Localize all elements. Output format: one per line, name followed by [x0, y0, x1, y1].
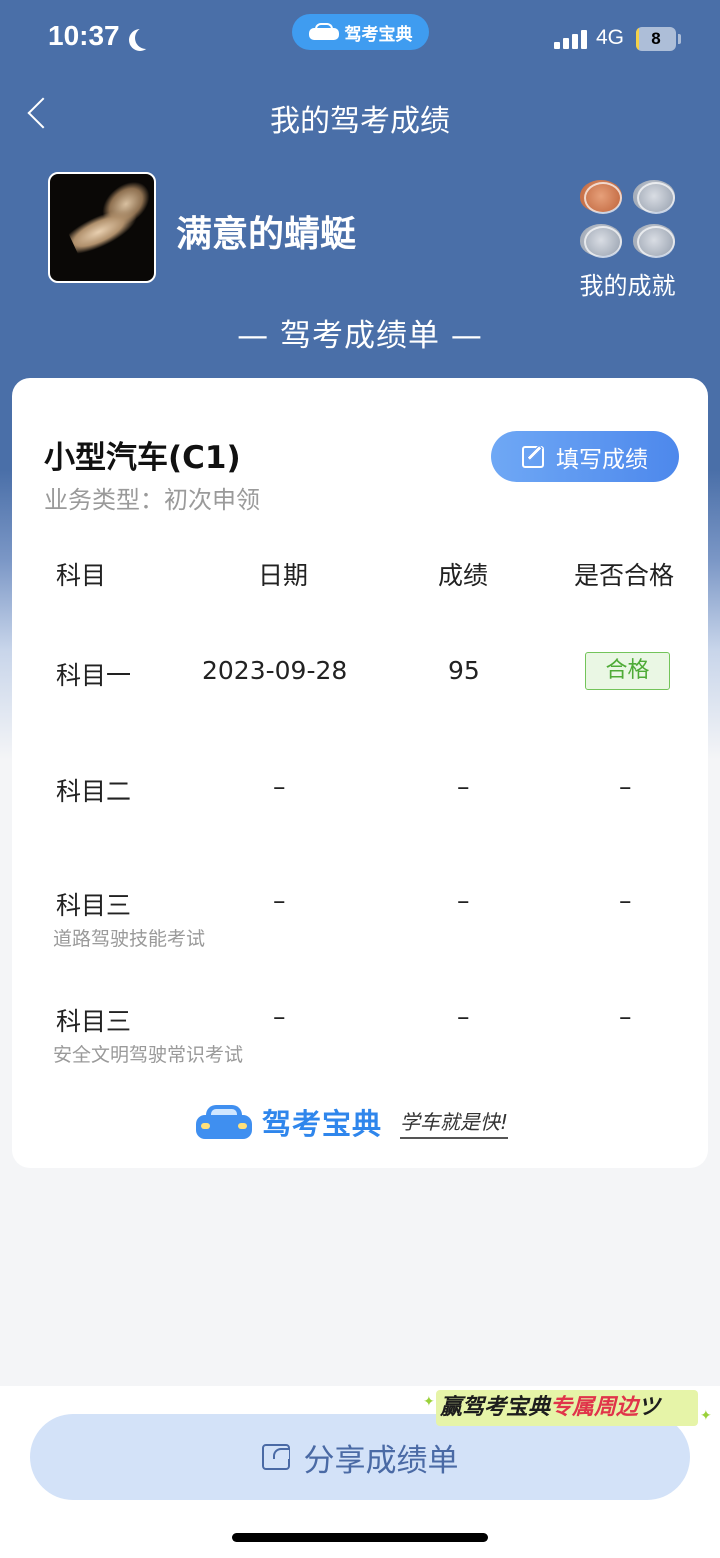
status-time: 10:37: [48, 20, 120, 51]
row-subject: 科目一: [56, 661, 132, 690]
pass-badge: 合格: [585, 652, 670, 690]
battery-cap: [678, 34, 681, 44]
row-score: –: [457, 1002, 470, 1031]
column-header-date: 日期: [258, 561, 309, 590]
battery-icon: 8: [636, 27, 676, 51]
network-type: 4G: [596, 26, 625, 49]
row-date: –: [273, 1002, 286, 1031]
row-result: –: [619, 1002, 632, 1031]
sparkle-icon: ✦: [700, 1408, 712, 1424]
row-subject: 科目三: [56, 1007, 132, 1036]
row-score: 95: [448, 656, 480, 685]
car-icon: [308, 23, 339, 41]
app-indicator-pill[interactable]: 驾考宝典: [292, 14, 429, 50]
row-date: 2023-09-28: [202, 656, 348, 685]
row-score: –: [457, 772, 470, 801]
license-type: 小型汽车(C1): [44, 440, 241, 476]
column-header-score: 成绩: [438, 561, 489, 590]
column-header-pass: 是否合格: [574, 561, 675, 590]
status-bar: 10:37 驾考宝典 4G 8: [0, 0, 720, 78]
silver-medal-icon: [633, 224, 675, 258]
row-date: –: [273, 772, 286, 801]
silver-medal-icon: [580, 224, 622, 258]
app-pill-label: 驾考宝典: [344, 24, 413, 45]
promo-text-a: 赢驾考宝典: [440, 1395, 551, 1420]
cellular-signal-icon: [554, 29, 588, 49]
home-indicator[interactable]: [232, 1533, 488, 1542]
row-date: –: [273, 886, 286, 915]
row-subject: 科目二: [56, 777, 132, 806]
page-title: 我的驾考成绩: [270, 104, 450, 139]
column-header-subject: 科目: [56, 561, 107, 590]
username: 满意的蜻蜓: [176, 214, 357, 255]
promo-tag[interactable]: 赢驾考宝典专属周边ツ: [436, 1390, 698, 1426]
brand-name: 驾考宝典: [262, 1107, 383, 1141]
share-label: 分享成绩单: [303, 1442, 459, 1479]
report-heading: — 驾考成绩单 —: [237, 318, 483, 354]
edit-icon: [522, 445, 544, 468]
sparkle-icon: ✦: [423, 1394, 435, 1410]
fill-score-label: 填写成绩: [556, 446, 648, 473]
row-note: 安全文明驾驶常识考试: [53, 1044, 244, 1066]
row-subject: 科目三: [56, 891, 132, 920]
moon-icon: [135, 27, 157, 49]
fill-score-button[interactable]: 填写成绩: [491, 431, 679, 482]
row-result: –: [619, 772, 632, 801]
avatar[interactable]: [48, 172, 156, 283]
car-logo-icon: [196, 1103, 252, 1141]
share-report-button[interactable]: 分享成绩单: [30, 1414, 690, 1500]
silver-medal-icon: [633, 180, 675, 214]
brand-slogan: 学车就是快!: [400, 1106, 509, 1139]
business-type: 业务类型：初次申领: [44, 486, 260, 514]
row-note: 道路驾驶技能考试: [53, 928, 206, 950]
achievements-medals[interactable]: [580, 180, 680, 260]
battery-level: 8: [651, 29, 661, 48]
row-score: –: [457, 886, 470, 915]
promo-text-c: ツ: [638, 1395, 661, 1420]
bronze-medal-icon: [580, 180, 622, 214]
brand-footer: 驾考宝典 学车就是快!: [196, 1100, 509, 1144]
row-result: –: [619, 886, 632, 915]
share-icon: [261, 1444, 290, 1470]
achievements-link[interactable]: 我的成就: [560, 266, 695, 301]
promo-text-b: 专属周边: [550, 1395, 639, 1420]
